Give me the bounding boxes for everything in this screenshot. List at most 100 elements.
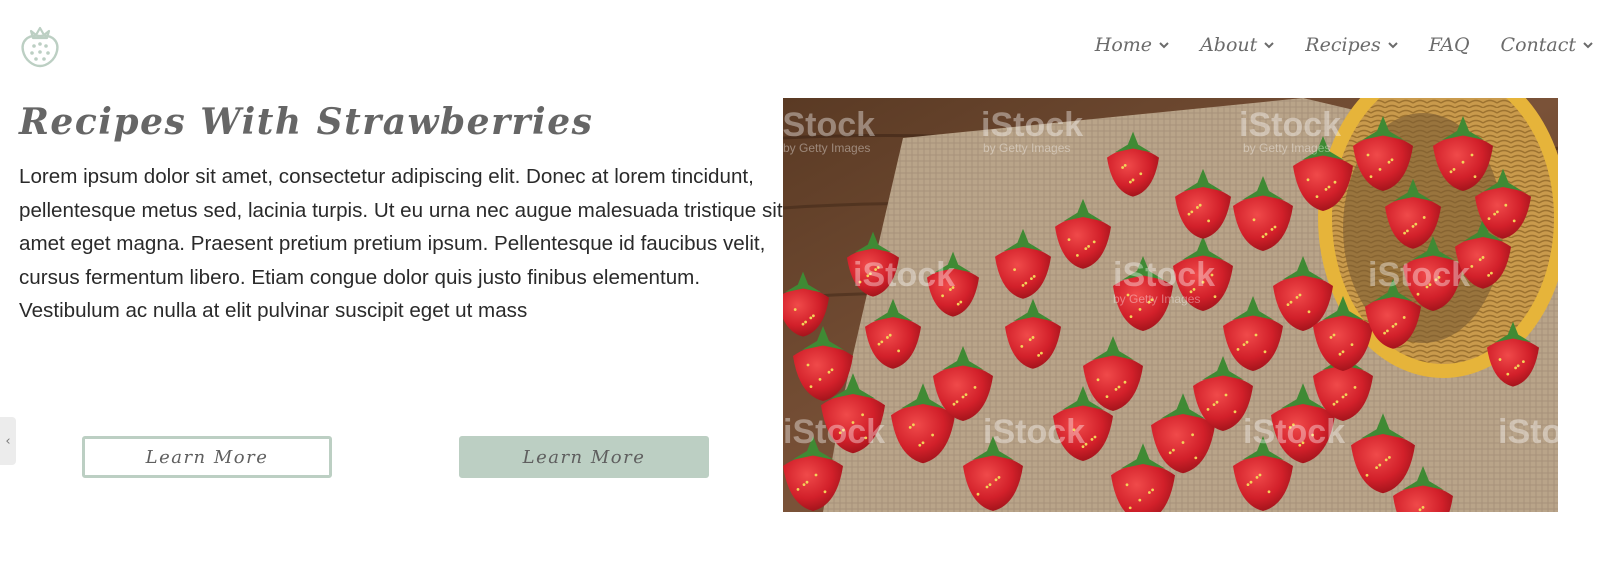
svg-text:iStock: iStock — [1243, 413, 1345, 451]
strawberry-seed — [952, 402, 956, 406]
strawberry-seed — [1270, 228, 1274, 231]
strawberry-seed — [1384, 458, 1388, 462]
strawberry-seed — [1307, 310, 1311, 314]
strawberry-seed — [1369, 175, 1373, 178]
learn-more-button-filled[interactable]: Learn More — [459, 436, 709, 478]
svg-text:by Getty Images: by Getty Images — [1113, 292, 1200, 306]
strawberry-seed — [801, 322, 805, 326]
strawberry-seed — [1286, 303, 1290, 306]
strawberry-seed — [1245, 340, 1249, 344]
strawberry-seed — [1273, 225, 1277, 229]
strawberry-seed — [1123, 164, 1127, 167]
strawberry-seed — [1125, 483, 1129, 487]
strawberry-seed — [1289, 300, 1293, 304]
strawberry-seed — [1021, 283, 1025, 287]
strawberry-seed — [1306, 178, 1310, 182]
strawberry-seed — [880, 340, 884, 344]
strawberry-seed — [1267, 490, 1271, 494]
strawberry-seed — [1388, 455, 1391, 459]
strawberry-seed — [976, 492, 980, 496]
strawberry-seed — [1076, 253, 1079, 257]
strawberry-seed — [1024, 281, 1028, 285]
strawberry-seed — [806, 363, 810, 367]
strawberry-seed — [1190, 210, 1194, 214]
svg-text:iStock: iStock — [1239, 106, 1341, 144]
strawberry-seed — [830, 368, 834, 372]
strawberry-seed — [1242, 343, 1246, 346]
strawberry-seed — [1148, 491, 1151, 494]
strawberry-seed — [1258, 473, 1262, 477]
strawberry-seed — [1151, 488, 1154, 492]
strawberry-seed — [955, 400, 959, 404]
strawberry-seed — [1087, 245, 1090, 248]
strawberry-seed — [1114, 388, 1118, 391]
strawberry-seed — [1516, 364, 1520, 368]
learn-more-button-outline[interactable]: Learn More — [82, 436, 332, 478]
strawberry-seed — [964, 393, 968, 396]
strawberry-seed — [1236, 348, 1240, 351]
nav-item-about[interactable]: About — [1200, 34, 1274, 56]
strawberry-seed — [1254, 333, 1258, 337]
strawberry-seed — [809, 385, 813, 388]
strawberry-seed — [877, 342, 881, 346]
strawberry-seed — [1387, 160, 1391, 164]
side-panel-toggle[interactable]: ‹ — [0, 417, 16, 465]
strawberry-seed — [1403, 231, 1406, 235]
strawberry-seed — [941, 294, 944, 298]
strawberry-seed — [1138, 498, 1142, 502]
svg-text:by Getty Images: by Getty Images — [983, 141, 1070, 155]
strawberry-seed — [1031, 336, 1035, 339]
strawberry-seed — [888, 333, 892, 337]
strawberry-seed — [1406, 229, 1409, 233]
strawberry-seed — [1365, 473, 1369, 477]
nav-item-recipes[interactable]: Recipes — [1305, 34, 1398, 56]
strawberry-seed — [818, 378, 822, 381]
strawberry-seed — [1473, 175, 1477, 178]
strawberry-seed — [1093, 435, 1097, 439]
strawberry-seed — [1198, 203, 1202, 207]
strawberry-seed — [1233, 410, 1237, 414]
strawberry-seed — [1028, 338, 1032, 342]
strawberry-seed — [1490, 271, 1493, 275]
strawberry-seed — [1295, 296, 1299, 299]
strawberry-seed — [908, 425, 912, 429]
page-title: Recipes With Strawberries — [19, 101, 594, 143]
nav-item-faq[interactable]: FAQ — [1429, 34, 1470, 56]
strawberry-seed — [959, 300, 963, 304]
strawberry-seed — [1353, 386, 1357, 389]
svg-text:by Getty Images: by Getty Images — [783, 141, 870, 155]
nav-item-home[interactable]: Home — [1095, 34, 1169, 56]
strawberry-seed — [1452, 168, 1456, 171]
nav-item-contact[interactable]: Contact — [1501, 34, 1593, 56]
strawberry-seed — [1207, 219, 1210, 223]
strawberry-seed — [1030, 277, 1033, 281]
svg-text:iStock: iStock — [1113, 256, 1215, 294]
strawberry-seed — [1213, 295, 1217, 298]
nav-label-faq: FAQ — [1428, 34, 1470, 56]
strawberry-seed — [1366, 153, 1370, 157]
svg-text:iStock: iStock — [1498, 413, 1558, 451]
strawberry-seed — [912, 423, 915, 427]
strawberry-seed — [918, 443, 922, 447]
strawberry-seed — [1481, 256, 1485, 259]
strawberry-seed — [1037, 353, 1040, 357]
strawberry-seed — [1391, 325, 1395, 328]
strawberry-seed — [1194, 456, 1198, 460]
strawberry-seed — [1411, 225, 1415, 228]
strawberry-seed — [1129, 315, 1133, 318]
strawberry-seed — [988, 483, 992, 486]
strawberry-seed — [1298, 293, 1302, 297]
strawberry-seed — [1261, 235, 1265, 239]
strawberry-seed — [1329, 336, 1333, 339]
svg-text:iStock: iStock — [1368, 256, 1470, 294]
strawberry-seed — [1090, 438, 1094, 441]
svg-text:iStock: iStock — [981, 106, 1083, 144]
strawberry-seed — [1092, 240, 1096, 244]
strawberry-seed — [1522, 360, 1525, 364]
strawberry-seed — [997, 476, 1001, 479]
strawberry-seed — [1131, 178, 1135, 182]
logo-strawberry-icon[interactable] — [19, 24, 61, 68]
svg-text:iStock: iStock — [783, 413, 885, 451]
strawberry-seed — [1128, 506, 1132, 510]
strawberry-seed — [796, 488, 800, 491]
